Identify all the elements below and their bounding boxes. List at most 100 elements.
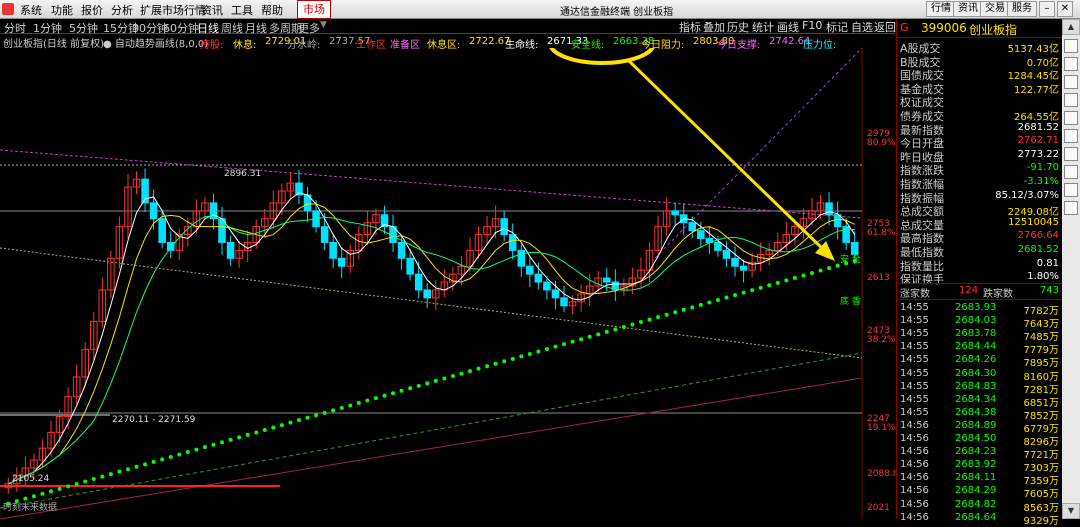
tool-icon[interactable] bbox=[1064, 39, 1078, 53]
tick-price: 2684.26 bbox=[955, 354, 997, 366]
tick-price: 2684.34 bbox=[955, 393, 997, 405]
range-label: 2270.11 - 2271.59 bbox=[112, 415, 196, 425]
safety-dot bbox=[562, 342, 567, 347]
tick-price: 2684.29 bbox=[955, 485, 997, 497]
tick-row: 14:56 2684.29 7605万 bbox=[897, 485, 1061, 500]
minimize-icon[interactable]: – bbox=[1039, 1, 1055, 17]
tool-icon[interactable] bbox=[1064, 93, 1078, 107]
mark-button[interactable]: 标记 bbox=[826, 19, 848, 35]
candle-body bbox=[603, 277, 611, 283]
candle-body bbox=[414, 273, 423, 291]
candle-body bbox=[543, 281, 551, 291]
quote-value: 0.81 bbox=[1036, 257, 1059, 269]
kline-chart-svg[interactable]: 297980.9%275361.8%2613247338.2%224719.1%… bbox=[0, 21, 899, 520]
candle-body bbox=[423, 289, 432, 299]
menu-system[interactable]: 系统 bbox=[20, 2, 42, 18]
f10-button[interactable]: F10 bbox=[802, 19, 822, 32]
safety-dot bbox=[758, 285, 763, 290]
safety-dot bbox=[707, 300, 712, 305]
tool-icon[interactable] bbox=[1064, 147, 1078, 161]
overlay-button[interactable]: 叠加 bbox=[703, 19, 725, 35]
trend-line bbox=[654, 47, 863, 259]
market-tab[interactable]: 市场 bbox=[297, 0, 331, 19]
tool-icon[interactable] bbox=[1064, 165, 1078, 179]
right-scrollbar[interactable]: ▲ ▼ bbox=[1062, 19, 1080, 519]
stats-button[interactable]: 统计 bbox=[752, 19, 774, 35]
quote-panel: G 399006 创业板指 A股成交 5137.43亿 B股成交 0.70亿 国债成交 1… bbox=[896, 19, 1063, 527]
tool-icon[interactable] bbox=[1064, 57, 1078, 71]
safety-dot bbox=[356, 401, 361, 406]
safety-dot bbox=[681, 307, 686, 312]
safety-dot bbox=[510, 356, 515, 361]
y-tick-pct: 80.9% bbox=[867, 138, 895, 148]
candle-body bbox=[337, 257, 346, 267]
safety-dot bbox=[160, 457, 165, 462]
service-button[interactable]: 服务 bbox=[1007, 1, 1037, 17]
quote-row: 今日开盘 2762.71 bbox=[897, 135, 1061, 150]
indicator-button[interactable]: 指标 bbox=[679, 19, 701, 35]
safety-dot bbox=[31, 494, 36, 499]
tick-price: 2684.83 bbox=[955, 380, 997, 392]
trade-button[interactable]: 交易 bbox=[980, 1, 1010, 17]
chevron-down-icon[interactable]: ▼ bbox=[320, 20, 327, 30]
menu-news[interactable]: 资讯 bbox=[201, 2, 223, 18]
scroll-down-icon[interactable]: ▼ bbox=[1062, 503, 1080, 519]
tool-icon[interactable] bbox=[1064, 201, 1078, 215]
tick-time: 14:56 bbox=[900, 485, 929, 497]
safety-dot bbox=[827, 266, 832, 271]
period-toolbar: 分时 1分钟 5分钟 15分钟 30分钟 60分钟 日线 周线 月线 多周期 更… bbox=[0, 19, 896, 35]
menu-analysis[interactable]: 分析 bbox=[111, 2, 133, 18]
safety-dot bbox=[40, 491, 45, 496]
tool-icon[interactable] bbox=[1064, 111, 1078, 125]
candle-body bbox=[226, 241, 235, 259]
menu-function[interactable]: 功能 bbox=[51, 2, 73, 18]
tick-time: 14:56 bbox=[900, 472, 929, 484]
footnote-label: 时刻未来数据 bbox=[3, 501, 57, 513]
tick-time: 14:56 bbox=[900, 419, 929, 431]
safety-dot bbox=[185, 450, 190, 455]
quote-value: 2773.22 bbox=[1017, 148, 1059, 160]
quote-value: -91.70 bbox=[1026, 162, 1059, 174]
candle-body bbox=[320, 226, 329, 243]
tick-price: 2683.92 bbox=[955, 459, 997, 471]
safety-dot bbox=[690, 305, 695, 310]
history-button[interactable]: 历史 bbox=[727, 19, 749, 35]
quote-row: 指数量比 0.81 bbox=[897, 257, 1061, 273]
safety-dot bbox=[809, 271, 814, 276]
safety-dot bbox=[83, 479, 88, 484]
tool-icon[interactable] bbox=[1064, 129, 1078, 143]
bottom-label: 底 香 bbox=[840, 295, 861, 307]
safety-dot bbox=[100, 474, 105, 479]
close-icon[interactable]: ✕ bbox=[1057, 1, 1073, 17]
watchlist-button[interactable]: 自选 bbox=[851, 19, 873, 35]
y-tick-label: 2021 bbox=[867, 503, 890, 513]
tick-time: 14:55 bbox=[900, 406, 929, 418]
tick-row: 14:56 2684.50 8296万 bbox=[897, 433, 1061, 448]
safety-dot bbox=[801, 273, 806, 278]
menu-extended-market[interactable]: 扩展市场行情 bbox=[140, 2, 206, 18]
tool-icon[interactable] bbox=[1064, 75, 1078, 89]
news-button[interactable]: 资讯 bbox=[953, 1, 983, 17]
candle-body bbox=[534, 273, 543, 283]
safety-dot bbox=[91, 477, 96, 482]
draw-line-button[interactable]: 画线 bbox=[777, 19, 799, 35]
scroll-up-icon[interactable]: ▲ bbox=[1062, 19, 1080, 35]
kline-chart[interactable]: 2979 80.9% 2753 61.8% 2613 2473 38.2% 2247 19.1%… bbox=[0, 21, 899, 520]
quote-button[interactable]: 行情 bbox=[926, 1, 956, 17]
menu-quote[interactable]: 报价 bbox=[81, 2, 103, 18]
quote-row: 总成交额 2249.08亿 bbox=[897, 203, 1061, 218]
candle-body bbox=[149, 202, 158, 220]
menu-tools[interactable]: 工具 bbox=[231, 2, 253, 18]
safety-dot bbox=[553, 344, 558, 349]
candle-body bbox=[697, 230, 705, 240]
tick-time: 14:56 bbox=[900, 446, 929, 458]
tick-row: 14:56 2683.92 7303万 bbox=[897, 459, 1061, 474]
candle-body bbox=[397, 241, 406, 259]
y-tick-label: 2613 bbox=[867, 273, 890, 283]
menu-help[interactable]: 帮助 bbox=[261, 2, 283, 18]
back-button[interactable]: 返回 bbox=[874, 19, 896, 35]
tool-icon[interactable] bbox=[1064, 183, 1078, 197]
tick-row: 14:55 2684.38 7852万 bbox=[897, 406, 1061, 422]
candle-body bbox=[714, 241, 722, 251]
quote-value: 85.12/3.07% bbox=[995, 189, 1059, 201]
